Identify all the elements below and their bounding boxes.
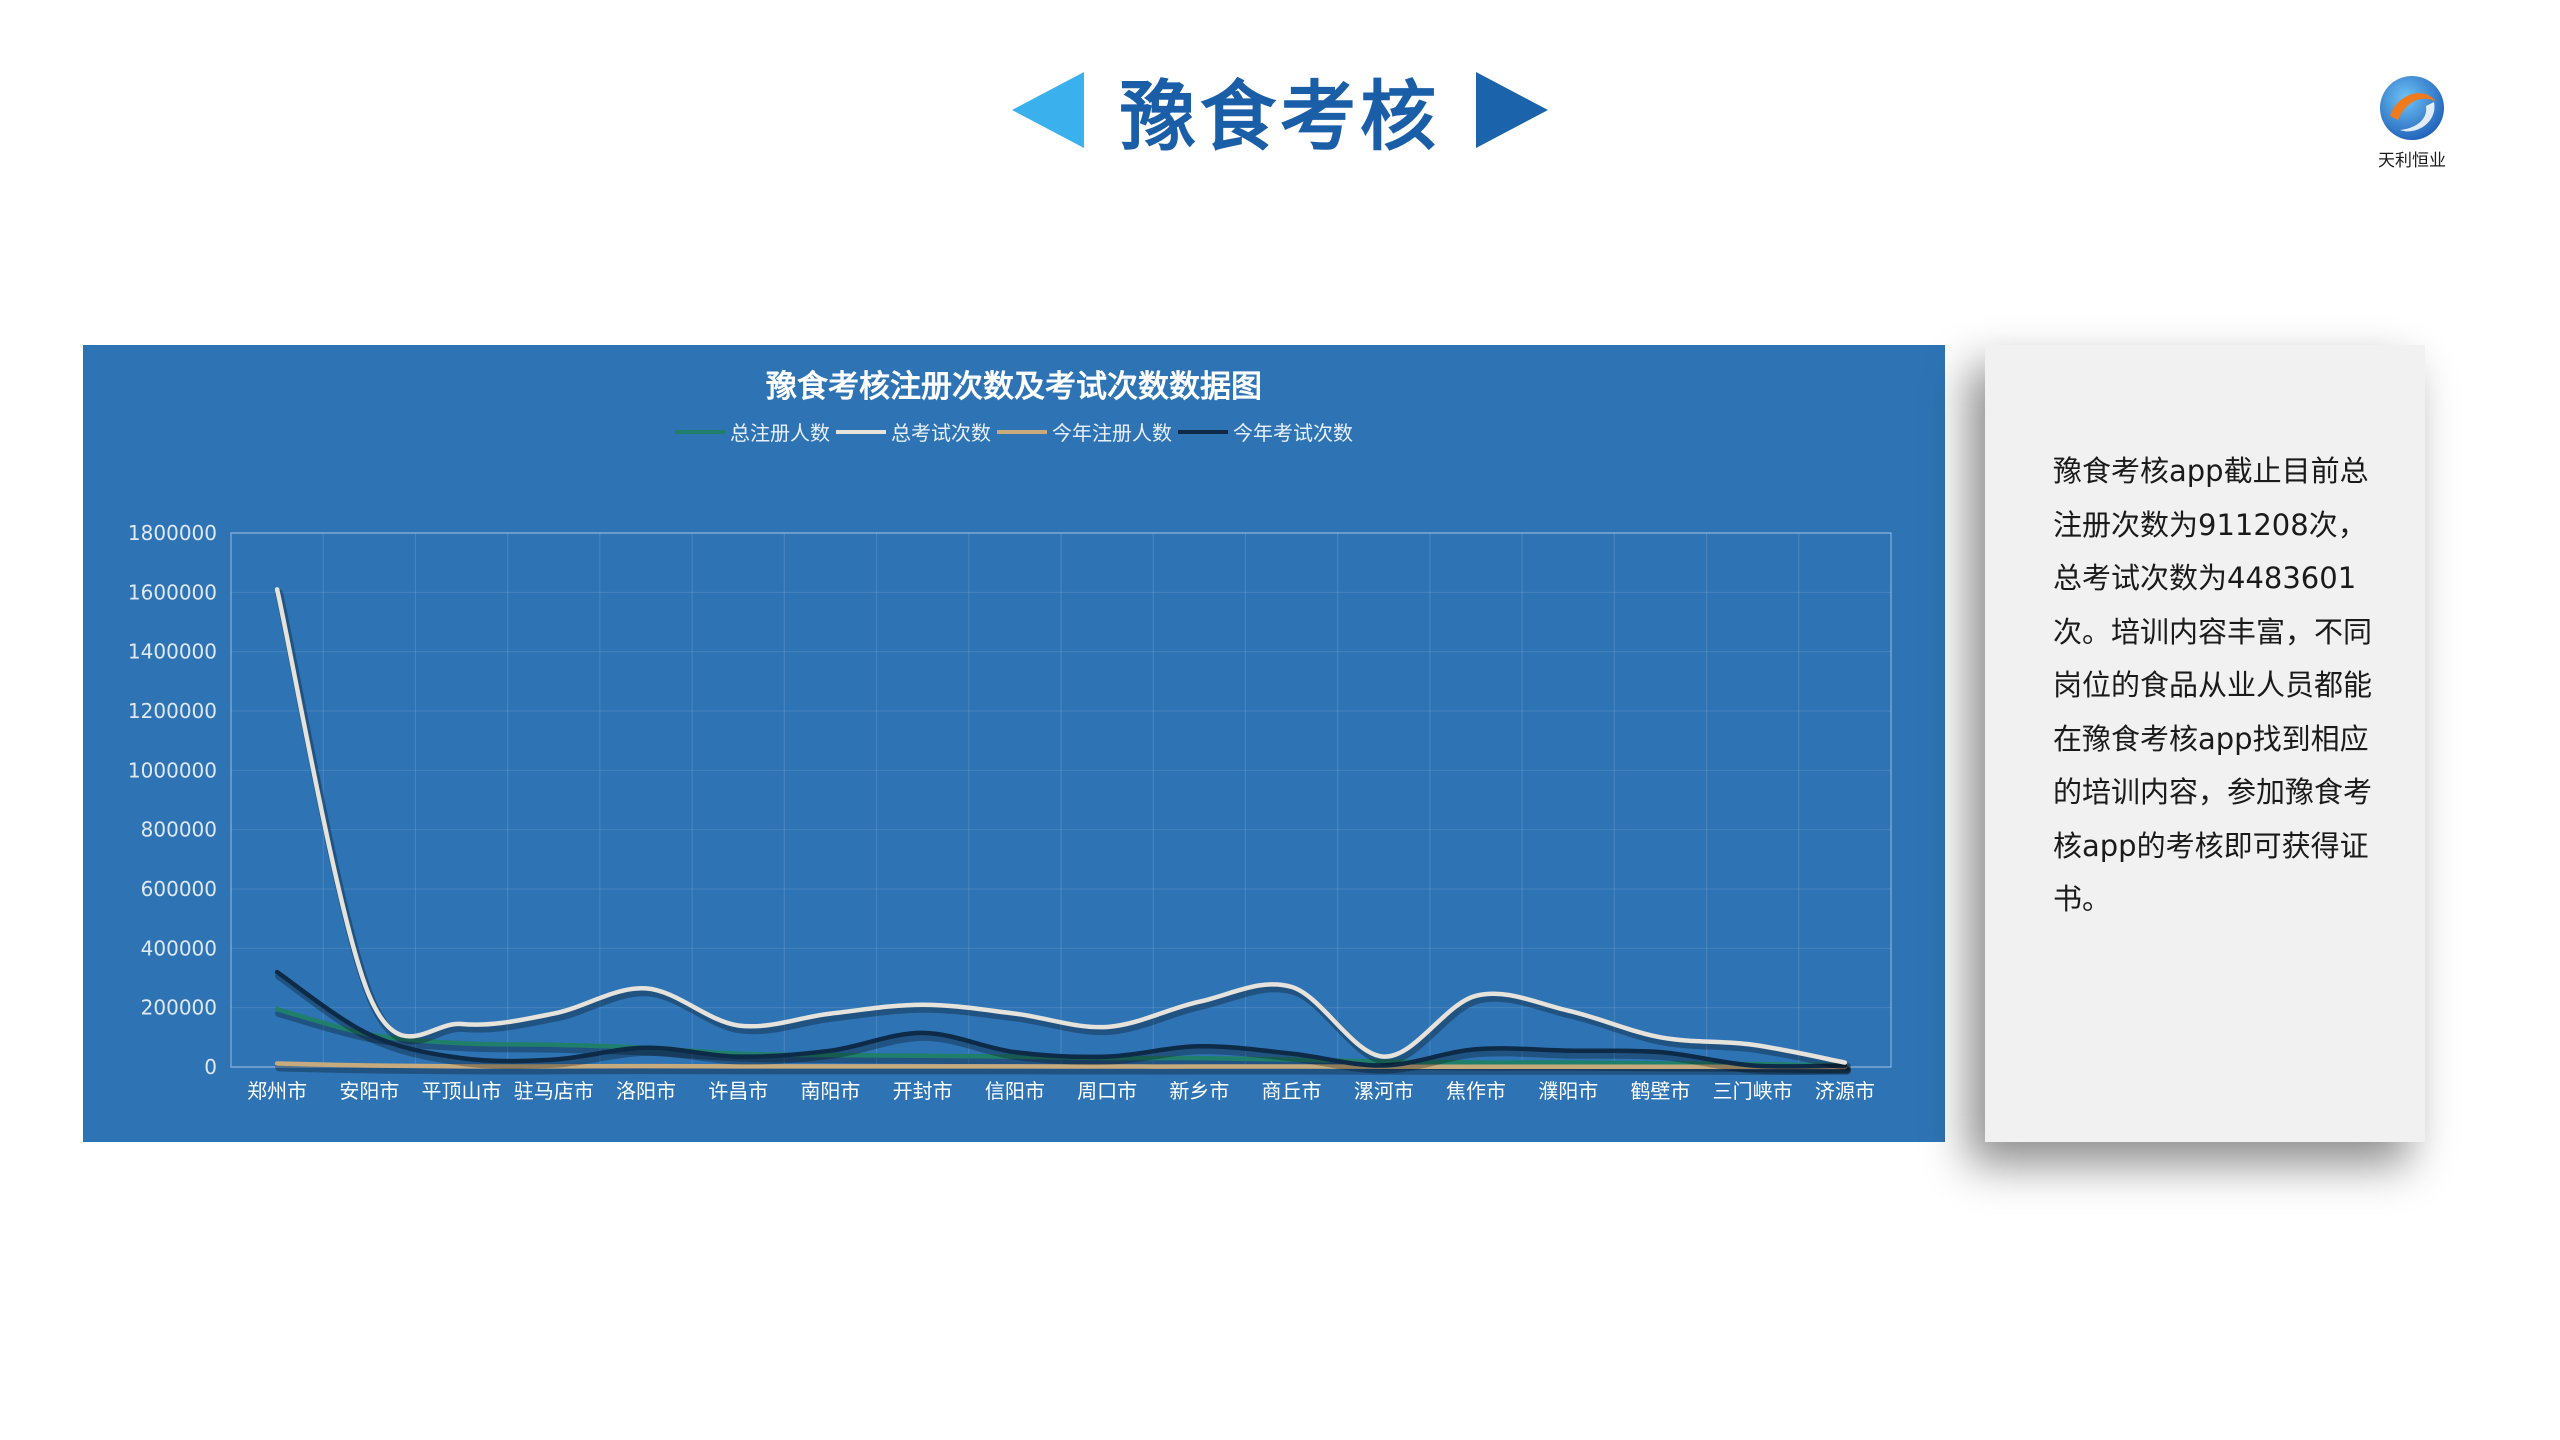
summary-panel: 豫食考核app截止目前总注册次数为911208次，总考试次数为4483601次。… xyxy=(1985,345,2425,1142)
y-tick-label: 1800000 xyxy=(128,521,217,545)
x-tick-label: 商丘市 xyxy=(1262,1079,1322,1103)
previous-arrow-icon[interactable] xyxy=(1012,72,1084,148)
x-tick-label: 濮阳市 xyxy=(1538,1079,1598,1103)
x-tick-label: 开封市 xyxy=(893,1079,953,1103)
y-tick-label: 0 xyxy=(204,1055,217,1079)
x-tick-label: 南阳市 xyxy=(800,1079,860,1103)
x-tick-label: 周口市 xyxy=(1077,1079,1137,1103)
x-tick-label: 鹤壁市 xyxy=(1630,1079,1690,1103)
y-tick-label: 600000 xyxy=(141,877,217,901)
y-tick-label: 800000 xyxy=(141,818,217,842)
y-tick-label: 1200000 xyxy=(128,699,217,723)
y-tick-label: 400000 xyxy=(141,936,217,960)
line-chart: 0 200000 400000 600000 800000 1000000 1200000 1… xyxy=(128,521,1892,1103)
x-tick-label: 济源市 xyxy=(1815,1079,1875,1103)
x-tick-label: 平顶山市 xyxy=(422,1079,502,1103)
x-tick-label: 安阳市 xyxy=(339,1079,399,1103)
x-tick-label: 许昌市 xyxy=(708,1079,768,1103)
page-title: 豫食考核 xyxy=(1120,72,1440,161)
x-tick-label: 驻马店市 xyxy=(514,1079,594,1103)
x-tick-label: 漯河市 xyxy=(1354,1079,1414,1103)
summary-text: 豫食考核app截止目前总注册次数为911208次，总考试次数为4483601次。… xyxy=(2053,454,2373,916)
next-arrow-icon[interactable] xyxy=(1476,72,1548,148)
x-tick-label: 郑州市 xyxy=(247,1079,307,1103)
logo-text: 天利恒业 xyxy=(2378,151,2446,171)
chart-panel: 豫食考核注册次数及考试次数数据图 总注册人数 总考试次数 今年注册人数 今年考试… xyxy=(83,345,1945,1142)
y-tick-label: 1400000 xyxy=(128,640,217,664)
x-tick-label: 三门峡市 xyxy=(1713,1079,1793,1103)
x-tick-label: 洛阳市 xyxy=(616,1079,676,1103)
x-tick-label: 信阳市 xyxy=(985,1079,1045,1103)
logo-swirl-icon xyxy=(2380,76,2444,140)
page-header: 豫食考核 xyxy=(0,55,2560,165)
y-tick-label: 200000 xyxy=(141,996,217,1020)
y-tick-label: 1000000 xyxy=(128,758,217,782)
company-logo: 天利恒业 xyxy=(2352,72,2472,172)
x-tick-label: 新乡市 xyxy=(1169,1079,1229,1103)
y-tick-label: 1600000 xyxy=(128,580,217,604)
x-tick-label: 焦作市 xyxy=(1446,1079,1506,1103)
